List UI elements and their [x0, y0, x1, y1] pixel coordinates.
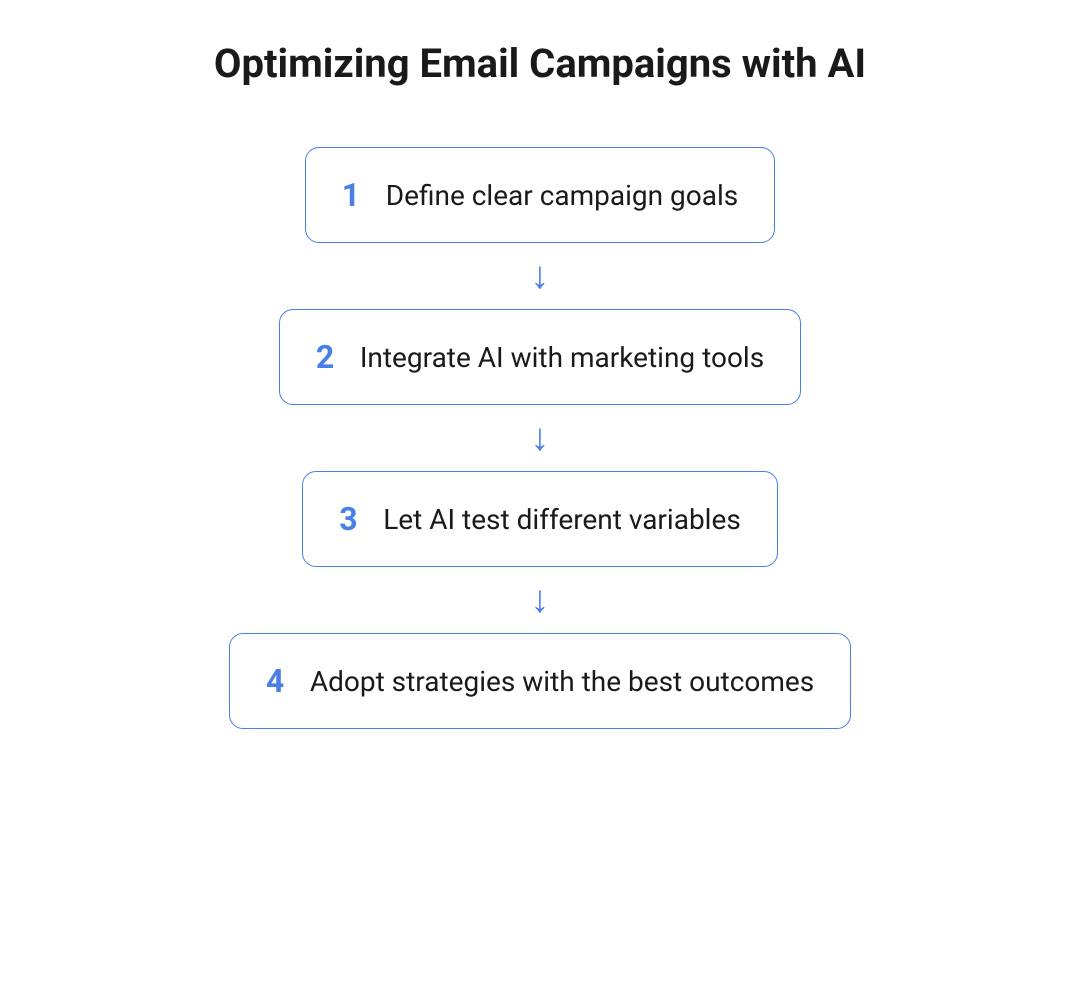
arrow-down-icon: ↓: [531, 257, 550, 295]
step-number: 3: [339, 500, 361, 538]
step-text: Integrate AI with marketing tools: [360, 341, 764, 374]
step-text: Adopt strategies with the best outcomes: [310, 665, 814, 698]
arrow-down-icon: ↓: [531, 419, 550, 457]
step-number: 2: [316, 338, 338, 376]
step-box-1: 1 Define clear campaign goals: [305, 147, 776, 243]
step-text: Define clear campaign goals: [386, 179, 739, 212]
step-box-3: 3 Let AI test different variables: [302, 471, 778, 567]
step-box-4: 4 Adopt strategies with the best outcome…: [229, 633, 851, 729]
arrow-down-icon: ↓: [531, 581, 550, 619]
flow-diagram: 1 Define clear campaign goals ↓ 2 Integr…: [229, 147, 851, 729]
step-text: Let AI test different variables: [383, 503, 741, 536]
step-number: 4: [266, 662, 288, 700]
page-title: Optimizing Email Campaigns with AI: [214, 40, 866, 87]
step-number: 1: [342, 176, 364, 214]
step-box-2: 2 Integrate AI with marketing tools: [279, 309, 801, 405]
